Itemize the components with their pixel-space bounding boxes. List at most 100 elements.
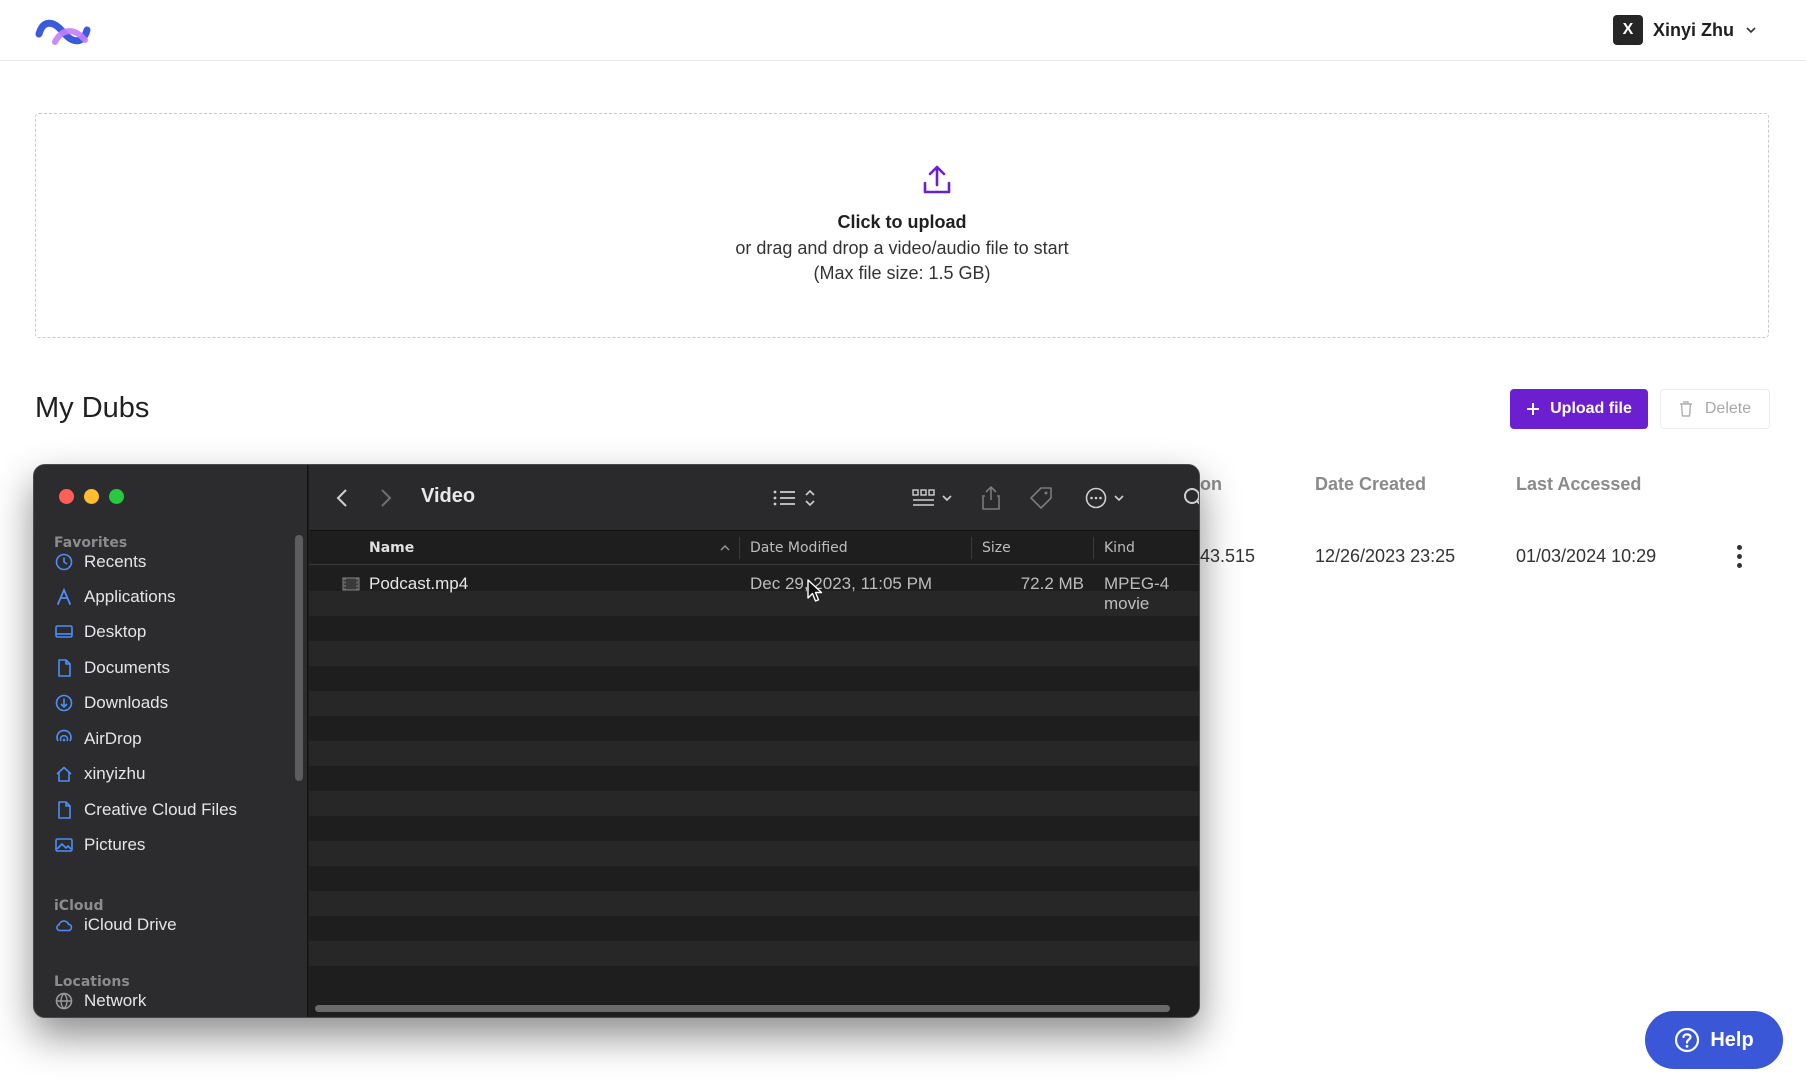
avatar: X — [1613, 15, 1643, 45]
user-name: Xinyi Zhu — [1653, 19, 1734, 40]
sidebar-item-airdrop[interactable]: AirDrop — [54, 724, 294, 754]
folder-title: Video — [421, 485, 476, 507]
empty-row-stripe — [309, 891, 1199, 916]
column-header-date-created[interactable]: Date Created — [1315, 474, 1426, 495]
clock-icon — [55, 553, 73, 571]
back-button[interactable] — [331, 484, 353, 512]
empty-row-stripe — [309, 616, 1199, 641]
sidebar-item-home[interactable]: xinyizhu — [54, 759, 294, 789]
empty-row-stripe — [309, 691, 1199, 716]
ellipsis-circle-icon — [1085, 487, 1124, 509]
list-view-icon — [773, 489, 815, 507]
more-actions-button[interactable] — [1084, 484, 1132, 512]
applications-icon — [57, 587, 71, 605]
column-header-partial: on — [1200, 474, 1222, 494]
app-logo[interactable] — [33, 12, 93, 50]
search-icon — [1184, 488, 1199, 505]
empty-row-stripe — [309, 816, 1199, 841]
upload-subtitle: or drag and drop a video/audio file to s… — [735, 238, 1069, 258]
sidebar-item-recents[interactable]: Recents — [54, 547, 294, 577]
empty-row-stripe — [309, 716, 1199, 741]
sidebar-item-label: Network — [84, 991, 147, 1010]
column-kind[interactable]: Kind — [1104, 540, 1135, 556]
question-icon — [1675, 1027, 1700, 1053]
minimize-window-button[interactable] — [84, 489, 99, 504]
finder-window[interactable]: Favorites Recents Applications Desktop D… — [33, 464, 1200, 1018]
tag-button[interactable] — [1027, 484, 1055, 512]
forward-button[interactable] — [375, 484, 397, 512]
finder-toolbar: Video — [309, 465, 1199, 531]
help-label: Help — [1710, 1028, 1754, 1051]
file-name: Podcast.mp4 — [369, 574, 469, 593]
trash-icon — [1679, 401, 1692, 417]
sidebar-scrollbar[interactable] — [295, 535, 303, 781]
share-icon — [982, 485, 1000, 510]
sidebar-item-label: Downloads — [84, 693, 169, 712]
sidebar-item-label: Applications — [84, 587, 176, 606]
grid-icon — [912, 489, 952, 506]
group-button[interactable] — [911, 484, 959, 512]
zoom-window-button[interactable] — [109, 489, 124, 504]
sidebar-item-label: Recents — [84, 552, 147, 571]
file-list-background — [309, 566, 1199, 996]
page-title: My Dubs — [35, 392, 150, 424]
document-icon — [58, 801, 71, 819]
sidebar-item-label: Pictures — [84, 835, 146, 854]
sidebar-item-icloud-drive[interactable]: iCloud Drive — [54, 910, 294, 940]
download-icon — [55, 694, 73, 712]
empty-row-stripe — [309, 841, 1199, 866]
chevron-right-icon — [381, 489, 392, 507]
horizontal-scrollbar[interactable] — [315, 1005, 1170, 1012]
empty-row-stripe — [309, 966, 1199, 991]
column-separator[interactable] — [1093, 537, 1094, 559]
upload-max-size: (Max file size: 1.5 GB) — [813, 263, 991, 283]
column-separator[interactable] — [739, 537, 740, 559]
top-header: X Xinyi Zhu — [0, 0, 1806, 61]
chevron-down-icon — [1746, 27, 1756, 34]
user-menu[interactable]: X Xinyi Zhu — [1613, 15, 1758, 45]
chevron-left-icon — [336, 489, 347, 507]
empty-row-stripe — [309, 641, 1199, 666]
delete-button[interactable]: Delete — [1660, 389, 1770, 429]
finder-column-header: Name Date Modified Size Kind — [309, 531, 1199, 565]
row-more-menu-icon[interactable] — [1729, 542, 1749, 570]
video-file-icon — [342, 577, 360, 591]
sidebar-item-desktop[interactable]: Desktop — [54, 617, 294, 647]
file-date-modified: Dec 29, 2023, 11:05 PM — [750, 574, 933, 593]
upload-file-button[interactable]: Upload file — [1510, 389, 1648, 429]
sidebar-item-pictures[interactable]: Pictures — [54, 830, 294, 860]
document-icon — [58, 659, 71, 677]
sidebar-item-documents[interactable]: Documents — [54, 653, 294, 683]
cell-date-created: 12/26/2023 23:25 — [1315, 546, 1456, 566]
column-size[interactable]: Size — [982, 540, 1011, 556]
pictures-icon — [55, 838, 73, 852]
tag-icon — [1030, 487, 1052, 509]
empty-row-stripe — [309, 791, 1199, 816]
help-button[interactable]: Help — [1645, 1011, 1783, 1069]
file-size: 72.2 MB — [1020, 574, 1084, 593]
sidebar-item-downloads[interactable]: Downloads — [54, 688, 294, 718]
column-separator[interactable] — [971, 537, 972, 559]
empty-row-stripe — [309, 941, 1199, 966]
sidebar-item-network[interactable]: Network — [54, 986, 294, 1016]
empty-row-stripe — [309, 766, 1199, 791]
upload-file-label: Upload file — [1550, 400, 1632, 417]
empty-row-stripe — [309, 866, 1199, 891]
upload-dropzone[interactable]: Click to upload or drag and drop a video… — [35, 113, 1769, 338]
list-item[interactable]: Podcast.mp4 Dec 29, 2023, 11:05 PM 72.2 … — [309, 566, 1199, 613]
sidebar-item-label: Desktop — [84, 622, 147, 641]
sidebar-item-creative-cloud[interactable]: Creative Cloud Files — [54, 795, 294, 825]
column-date-modified[interactable]: Date Modified — [750, 540, 848, 556]
search-button[interactable] — [1181, 484, 1199, 512]
finder-sidebar: Favorites Recents Applications Desktop D… — [34, 465, 308, 1017]
delete-label: Delete — [1704, 400, 1752, 417]
column-header-last-accessed[interactable]: Last Accessed — [1516, 474, 1641, 495]
close-window-button[interactable] — [59, 489, 74, 504]
empty-row-stripe — [309, 666, 1199, 691]
sidebar-item-applications[interactable]: Applications — [54, 582, 294, 612]
mouse-cursor-icon — [807, 579, 823, 602]
share-button[interactable] — [979, 484, 1003, 512]
finder-content: Video Name Date Modified Size Kind Podca… — [309, 465, 1199, 1017]
column-name[interactable]: Name — [369, 540, 414, 556]
view-options-button[interactable] — [771, 484, 819, 512]
